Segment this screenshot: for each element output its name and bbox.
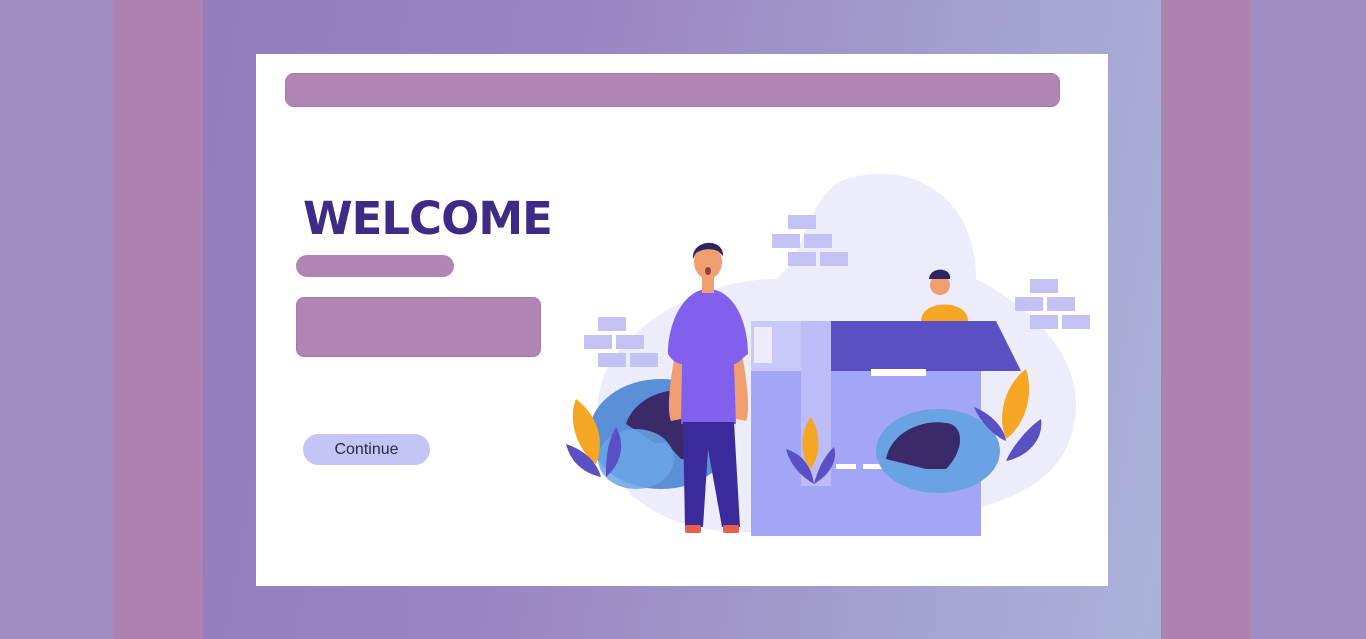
background-right: [1251, 0, 1366, 639]
background-band-right: [1161, 0, 1251, 639]
text-placeholder-block: [296, 297, 541, 357]
header-placeholder-bar: [285, 73, 1060, 107]
house-moving-illustration: [566, 173, 1090, 536]
background-band-left: [113, 0, 203, 639]
page-title: WELCOME: [303, 192, 553, 245]
continue-button[interactable]: Continue: [303, 434, 430, 465]
welcome-card: WELCOME Continue: [256, 54, 1108, 586]
bush-right: [876, 409, 1000, 493]
background-left: [0, 0, 113, 639]
subtitle-placeholder: [296, 255, 454, 277]
